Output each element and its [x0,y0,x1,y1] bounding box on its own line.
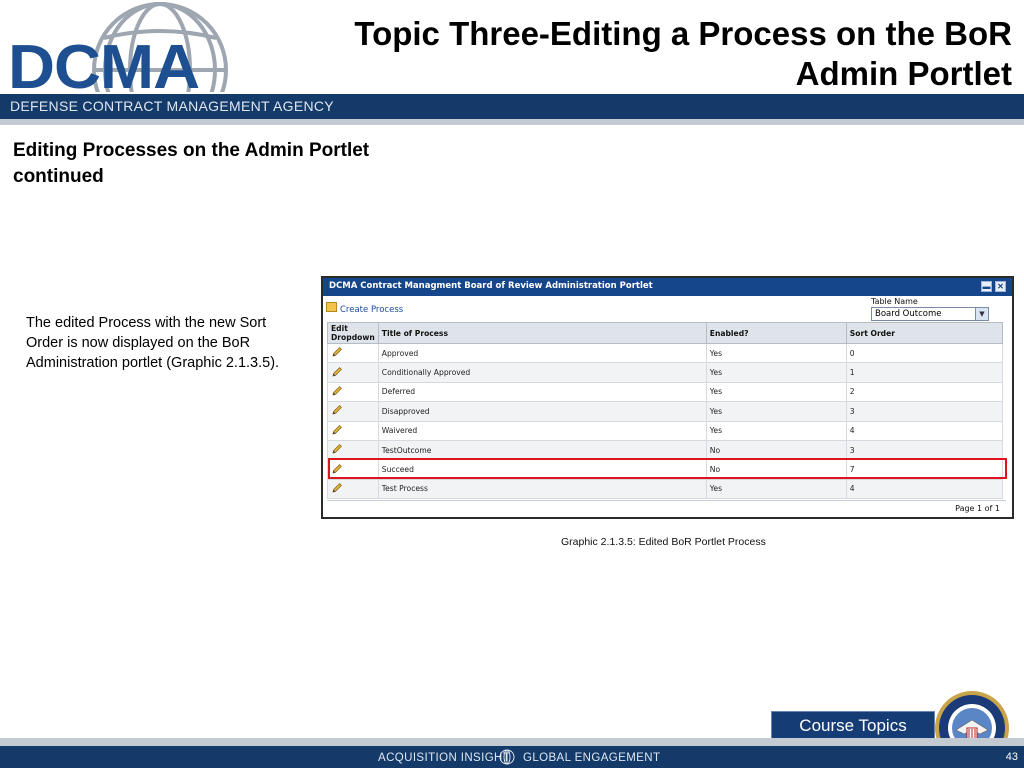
cell-enabled: Yes [705,478,847,500]
cell-title: Disapproved [377,401,707,422]
edit-cell[interactable] [327,439,379,461]
table-row: Disapproved Yes 3 [327,401,1004,422]
table-row: Approved Yes 0 [327,342,1004,364]
folder-icon [326,302,337,312]
cell-title: Test Process [377,478,707,500]
table-name-select[interactable]: Board Outcome ▼ [871,307,989,321]
heading-line-1: Editing Processes on the Admin Portlet [13,140,370,161]
cell-sort: 4 [845,420,1004,441]
footer-text-left: ACQUISITION INSIGHT [378,752,511,764]
pencil-icon[interactable] [331,443,343,455]
close-button[interactable]: ✕ [995,281,1006,292]
cell-enabled: Yes [705,420,847,441]
cell-enabled: No [705,439,847,461]
body-line-2: Order is now displayed on the BoR [26,335,251,351]
title-line-1: Topic Three-Editing a Process on the BoR [354,15,1012,52]
column-header-sort[interactable]: Sort Order [845,322,1004,344]
cell-enabled: Yes [705,362,847,383]
cell-enabled: No [705,459,847,480]
minimize-button[interactable]: ▬ [981,281,992,292]
edit-cell[interactable] [327,459,379,480]
pencil-icon[interactable] [331,482,343,494]
cell-sort: 3 [845,401,1004,422]
pencil-icon[interactable] [331,346,343,358]
agency-bar: DEFENSE CONTRACT MANAGEMENT AGENCY [0,94,1024,119]
body-line-1: The edited Process with the new Sort [26,315,267,331]
portlet-titlebar: DCMA Contract Managment Board of Review … [323,278,1012,296]
course-topics-button[interactable]: Course Topics [771,711,935,741]
footer-divider [0,738,1024,746]
pencil-icon[interactable] [331,424,343,436]
cell-title: Conditionally Approved [377,362,707,383]
process-table: Edit Dropdown Title of Process Enabled? … [327,322,1004,500]
body-text: The edited Process with the new Sort Ord… [26,313,326,373]
cell-sort: 0 [845,342,1004,364]
footer-text-right: GLOBAL ENGAGEMENT [523,752,661,764]
edit-cell[interactable] [327,381,379,403]
portlet-toolbar: Create Process Table Name Board Outcome … [323,296,1012,321]
pencil-icon[interactable] [331,366,343,378]
column-header-enabled[interactable]: Enabled? [705,322,847,344]
edit-cell[interactable] [327,362,379,383]
edit-cell[interactable] [327,420,379,441]
cell-title: Deferred [377,381,707,403]
cell-title: Succeed [377,459,707,480]
pencil-icon[interactable] [331,385,343,397]
cell-enabled: Yes [705,381,847,403]
title-line-2: Admin Portlet [795,55,1012,92]
edit-cell[interactable] [327,342,379,364]
edit-cell[interactable] [327,478,379,500]
pencil-icon[interactable] [331,463,343,475]
table-row: Test Process Yes 4 [327,478,1004,500]
cell-sort: 4 [845,478,1004,500]
page-number: 43 [1005,751,1018,763]
footer-bar: ACQUISITION INSIGHT GLOBAL ENGAGEMENT 43 [0,746,1024,768]
section-heading: Editing Processes on the Admin Portlet c… [13,138,473,190]
table-name-label: Table Name [871,297,918,306]
body-line-3: Administration portlet (Graphic 2.1.3.5)… [26,355,280,371]
heading-line-2: continued [13,166,104,187]
slide-title: Topic Three-Editing a Process on the BoR… [312,14,1012,94]
cell-sort: 3 [845,439,1004,461]
cell-enabled: Yes [705,342,847,364]
column-header-edit: Edit Dropdown [327,322,379,344]
agency-name: DEFENSE CONTRACT MANAGEMENT AGENCY [10,98,334,114]
edit-cell[interactable] [327,401,379,422]
pager-text: Page 1 of 1 [955,504,1000,513]
table-row: Conditionally Approved Yes 1 [327,362,1004,383]
table-name-value: Board Outcome [875,309,942,319]
column-header-title[interactable]: Title of Process [377,322,707,344]
table-row: Deferred Yes 2 [327,381,1004,403]
globe-icon [499,749,515,765]
table-header-row: Edit Dropdown Title of Process Enabled? … [327,322,1004,344]
cell-title: Waivered [377,420,707,441]
cell-sort: 1 [845,362,1004,383]
pencil-icon[interactable] [331,404,343,416]
portlet-title: DCMA Contract Managment Board of Review … [329,281,653,291]
pager-divider [327,500,1006,501]
chevron-down-icon[interactable]: ▼ [975,308,988,320]
graphic-caption: Graphic 2.1.3.5: Edited BoR Portlet Proc… [561,536,766,548]
table-row: Succeed No 7 [327,459,1004,480]
table-row: Waivered Yes 4 [327,420,1004,441]
cell-sort: 7 [845,459,1004,480]
logo-text: DCMA [8,33,200,102]
header-divider [0,119,1024,125]
cell-title: Approved [377,342,707,364]
cell-sort: 2 [845,381,1004,403]
table-row: TestOutcome No 3 [327,439,1004,461]
dcma-logo: DCMA [0,0,320,102]
create-process-link[interactable]: Create Process [340,305,403,315]
cell-title: TestOutcome [377,439,707,461]
cell-enabled: Yes [705,401,847,422]
admin-portlet: DCMA Contract Managment Board of Review … [321,276,1014,519]
